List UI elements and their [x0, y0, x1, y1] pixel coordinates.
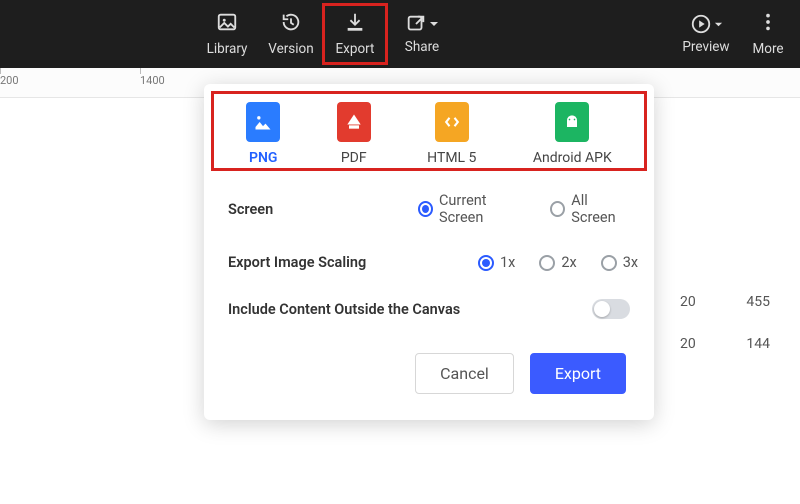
cancel-button[interactable]: Cancel — [415, 353, 514, 394]
radio-label: 2x — [561, 254, 576, 271]
radio-label: Current Screen — [439, 192, 526, 226]
scaling-option-row: Export Image Scaling 1x 2x 3x — [204, 240, 654, 285]
export-label: Export — [336, 41, 375, 57]
android-icon — [555, 102, 589, 142]
more-button[interactable]: More — [744, 4, 792, 64]
library-button[interactable]: Library — [195, 4, 259, 64]
top-toolbar: Library Version Export Share Preview Mor… — [0, 0, 800, 68]
format-pdf[interactable]: PDF — [337, 102, 371, 166]
export-confirm-button[interactable]: Export — [530, 353, 626, 394]
html5-icon — [435, 102, 469, 142]
radio-label: 1x — [500, 254, 515, 271]
dialog-actions: Cancel Export — [204, 333, 654, 400]
preview-label: Preview — [682, 39, 729, 55]
format-label: Android APK — [533, 150, 612, 166]
screen-option-row: Screen Current Screen All Screen — [204, 178, 654, 240]
ruler-tick: 1400 — [140, 74, 165, 87]
property-row: 20 144 — [670, 330, 800, 358]
radio-1x[interactable]: 1x — [478, 254, 515, 271]
radio-icon — [478, 255, 494, 271]
export-button[interactable]: Export — [323, 4, 387, 64]
version-button[interactable]: Version — [259, 4, 323, 64]
radio-all-screen[interactable]: All Screen — [550, 192, 630, 226]
radio-icon — [539, 255, 555, 271]
png-icon — [246, 102, 280, 142]
property-row: 20 455 — [670, 288, 800, 316]
radio-icon — [550, 201, 565, 217]
format-label: PNG — [249, 150, 277, 166]
property-value: 20 — [680, 336, 696, 352]
pdf-icon — [337, 102, 371, 142]
format-label: HTML 5 — [427, 150, 476, 166]
image-icon — [216, 11, 238, 37]
radio-icon — [418, 201, 433, 217]
radio-label: 3x — [623, 254, 638, 271]
share-button[interactable]: Share — [387, 4, 457, 64]
share-label: Share — [405, 39, 439, 55]
property-value: 20 — [680, 294, 696, 310]
history-icon — [280, 11, 302, 37]
version-label: Version — [268, 41, 313, 57]
screen-label: Screen — [228, 201, 418, 218]
format-selector: PNG PDF HTML 5 Android APK — [208, 88, 650, 174]
radio-2x[interactable]: 2x — [539, 254, 576, 271]
library-label: Library — [207, 41, 248, 57]
format-html5[interactable]: HTML 5 — [427, 102, 476, 166]
include-outside-row: Include Content Outside the Canvas — [204, 285, 654, 333]
include-outside-label: Include Content Outside the Canvas — [228, 301, 592, 318]
radio-3x[interactable]: 3x — [601, 254, 638, 271]
format-png[interactable]: PNG — [246, 102, 280, 166]
ruler-tick: 200 — [0, 74, 19, 87]
download-icon — [344, 11, 366, 37]
radio-current-screen[interactable]: Current Screen — [418, 192, 526, 226]
scaling-label: Export Image Scaling — [228, 254, 478, 271]
more-label: More — [752, 41, 783, 57]
play-icon — [690, 13, 723, 35]
property-value: 455 — [746, 294, 770, 310]
properties-panel: 20 455 20 144 — [670, 288, 800, 358]
preview-button[interactable]: Preview — [674, 4, 738, 64]
include-outside-toggle[interactable] — [592, 299, 630, 319]
property-value: 144 — [746, 336, 770, 352]
more-vertical-icon — [757, 11, 779, 37]
radio-icon — [601, 255, 617, 271]
format-apk[interactable]: Android APK — [533, 102, 612, 166]
share-icon — [405, 13, 439, 35]
export-dialog: PNG PDF HTML 5 Android APK Screen Curren… — [204, 84, 654, 420]
radio-label: All Screen — [571, 192, 630, 226]
format-label: PDF — [341, 150, 367, 166]
